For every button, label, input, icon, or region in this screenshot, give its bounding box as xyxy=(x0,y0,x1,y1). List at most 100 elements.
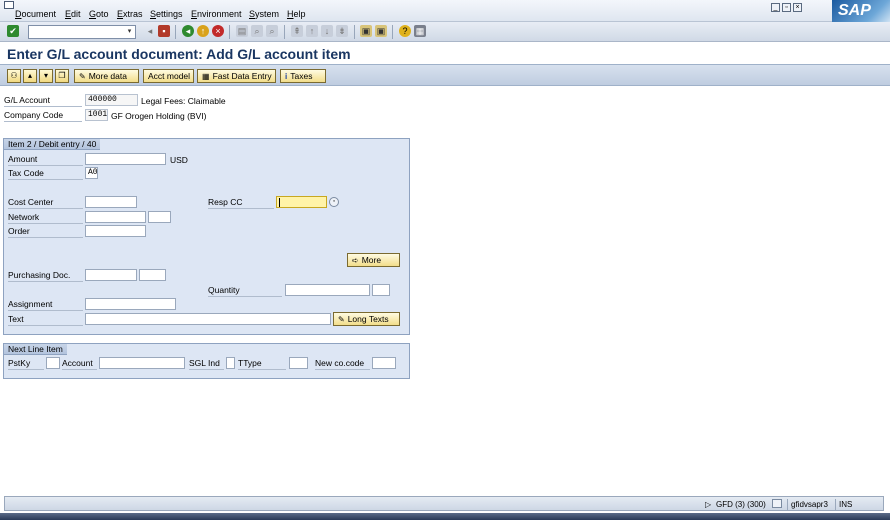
menu-goto[interactable]: Goto xyxy=(89,9,109,19)
long-texts-label: Long Texts xyxy=(347,314,389,324)
account-label: Account xyxy=(62,357,97,370)
menu-edit[interactable]: Edit xyxy=(65,9,81,19)
menu-help[interactable]: Help xyxy=(287,9,306,19)
toolbar-separator xyxy=(284,25,285,39)
account-field[interactable] xyxy=(99,357,185,369)
cost-center-field[interactable] xyxy=(85,196,137,208)
gl-account-field[interactable]: 400000 xyxy=(85,94,138,106)
amount-field[interactable] xyxy=(85,153,166,165)
pstky-field[interactable] xyxy=(46,357,60,369)
display-document-overview-icon[interactable]: ⚇ xyxy=(7,69,21,83)
gl-account-description: Legal Fees: Claimable xyxy=(141,96,226,106)
quantity-field[interactable] xyxy=(285,284,370,296)
find-icon[interactable]: ⌕ xyxy=(251,25,263,37)
network-field[interactable] xyxy=(85,211,146,223)
more-data-label: More data xyxy=(88,71,127,81)
pstky-label: PstKy xyxy=(8,357,44,370)
find-next-icon[interactable]: ⌕ xyxy=(266,25,278,37)
back-icon[interactable]: ◂ xyxy=(182,25,194,37)
help-icon[interactable]: ? xyxy=(399,25,411,37)
unit-field[interactable] xyxy=(372,284,390,296)
system-info: GFD (3) (300) xyxy=(716,500,766,509)
sap-logo: SAP xyxy=(832,0,890,22)
fast-data-entry-button[interactable]: ▦ Fast Data Entry xyxy=(197,69,276,83)
acct-model-button[interactable]: Acct model xyxy=(143,69,194,83)
system-menu-icon[interactable] xyxy=(4,1,14,9)
minimize-icon[interactable]: _ xyxy=(771,3,780,12)
company-code-label: Company Code xyxy=(4,109,82,122)
resp-cc-field[interactable] xyxy=(276,196,327,208)
acct-model-label: Acct model xyxy=(148,71,191,81)
previous-page-icon[interactable]: ↑ xyxy=(306,25,318,37)
menu-document[interactable]: Document xyxy=(15,9,56,19)
sgl-ind-label: SGL Ind xyxy=(189,357,224,370)
sgl-ind-field[interactable] xyxy=(226,357,235,369)
text-field[interactable] xyxy=(85,313,331,325)
grid-icon: ▦ xyxy=(202,72,210,81)
chevron-down-icon[interactable]: ▾ xyxy=(125,27,134,37)
menu-extras[interactable]: Extras xyxy=(117,9,143,19)
application-toolbar: ⚇ ▴ ▾ ❐ ✎ More data Acct model ▦ Fast Data… xyxy=(0,64,890,86)
currency-label: USD xyxy=(170,155,188,165)
close-icon[interactable]: × xyxy=(793,3,802,12)
ttype-label: TType xyxy=(238,357,286,370)
resp-cc-label: Resp CC xyxy=(208,196,274,209)
title-bar: Enter G/L account document: Add G/L acco… xyxy=(0,42,890,64)
network-label: Network xyxy=(8,211,83,224)
purchasing-doc-field[interactable] xyxy=(85,269,137,281)
toolbar-separator xyxy=(175,25,176,39)
previous-item-icon[interactable]: ▴ xyxy=(23,69,37,83)
toolbar-separator xyxy=(229,25,230,39)
command-field[interactable]: ▾ xyxy=(28,25,136,39)
fast-data-entry-label: Fast Data Entry xyxy=(212,71,272,81)
menu-settings[interactable]: Settings xyxy=(150,9,183,19)
restore-icon[interactable]: ▫ xyxy=(782,3,791,12)
os-taskbar xyxy=(0,513,890,520)
menu-system[interactable]: System xyxy=(249,9,279,19)
layout-menu-icon[interactable]: ▦ xyxy=(414,25,426,37)
quantity-label: Quantity xyxy=(208,284,282,297)
first-page-icon[interactable]: ⇞ xyxy=(291,25,303,37)
session-info-icon[interactable] xyxy=(772,499,782,508)
exit-icon[interactable]: ↑ xyxy=(197,25,209,37)
amount-label: Amount xyxy=(8,153,83,166)
standard-toolbar: ✔ ▾ ◂ ▪ ◂ ↑ × ▤ ⌕ ⌕ ⇞ ↑ ↓ ⇟ ▣ ▣ ? ▦ xyxy=(0,22,890,42)
taxes-label: Taxes xyxy=(290,71,313,81)
info-icon: i xyxy=(285,72,288,81)
next-page-icon[interactable]: ↓ xyxy=(321,25,333,37)
next-item-icon[interactable]: ▾ xyxy=(39,69,53,83)
copy-item-icon[interactable]: ❐ xyxy=(55,69,69,83)
toolbar-separator xyxy=(354,25,355,39)
more-data-button[interactable]: ✎ More data xyxy=(74,69,139,83)
cancel-icon[interactable]: × xyxy=(212,25,224,37)
tax-code-field[interactable]: A0 xyxy=(85,167,98,179)
toolbar-separator xyxy=(392,25,393,39)
history-back-icon[interactable]: ◂ xyxy=(144,25,156,37)
network-activity-field[interactable] xyxy=(148,211,171,223)
shortcut-icon[interactable]: ▣ xyxy=(375,25,387,37)
menu-environment[interactable]: Environment xyxy=(191,9,242,19)
menu-bar: Document Edit Goto Extras Settings Envir… xyxy=(0,0,890,22)
new-cocode-field[interactable] xyxy=(372,357,396,369)
cost-center-label: Cost Center xyxy=(8,196,83,209)
save-icon[interactable]: ▪ xyxy=(158,25,170,37)
assignment-label: Assignment xyxy=(8,298,83,311)
purchasing-doc-item-field[interactable] xyxy=(139,269,166,281)
ttype-field[interactable] xyxy=(289,357,308,369)
more-button-label: More xyxy=(361,255,382,265)
search-help-icon[interactable]: ◦ xyxy=(329,197,339,207)
company-code-field[interactable]: 1001 xyxy=(85,109,108,121)
server-name: gfidvsapr3 xyxy=(787,499,831,510)
new-cocode-label: New co.code xyxy=(315,357,370,370)
order-field[interactable] xyxy=(85,225,146,237)
more-button[interactable]: ➪ More xyxy=(347,253,400,267)
long-texts-button[interactable]: ✎ Long Texts xyxy=(333,312,400,326)
enter-checkmark-icon[interactable]: ✔ xyxy=(7,25,19,37)
last-page-icon[interactable]: ⇟ xyxy=(336,25,348,37)
taxes-button[interactable]: i Taxes xyxy=(280,69,326,83)
page-title: Enter G/L account document: Add G/L acco… xyxy=(7,46,351,62)
company-code-description: GF Orogen Holding (BVI) xyxy=(111,111,207,121)
create-session-icon[interactable]: ▣ xyxy=(360,25,372,37)
assignment-field[interactable] xyxy=(85,298,176,310)
print-icon[interactable]: ▤ xyxy=(236,25,248,37)
